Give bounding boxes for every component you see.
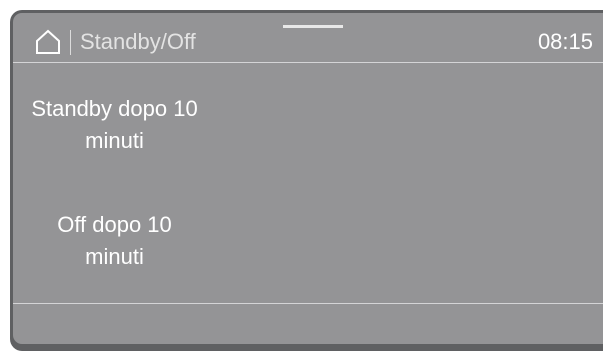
home-icon[interactable]	[35, 29, 61, 55]
header-divider-line	[13, 62, 603, 63]
header-bar: Standby/Off 08:15	[13, 13, 603, 63]
display-screen: Standby/Off 08:15 Standby dopo 10 minuti…	[13, 13, 603, 344]
option-standby-after-10-minutes[interactable]: Standby dopo 10 minuti	[27, 93, 202, 157]
option-off-after-10-minutes[interactable]: Off dopo 10 minuti	[27, 209, 202, 273]
footer-divider-line	[13, 303, 603, 304]
clock: 08:15	[537, 29, 593, 54]
header-divider	[70, 30, 71, 55]
page-title: Standby/Off	[80, 29, 196, 54]
